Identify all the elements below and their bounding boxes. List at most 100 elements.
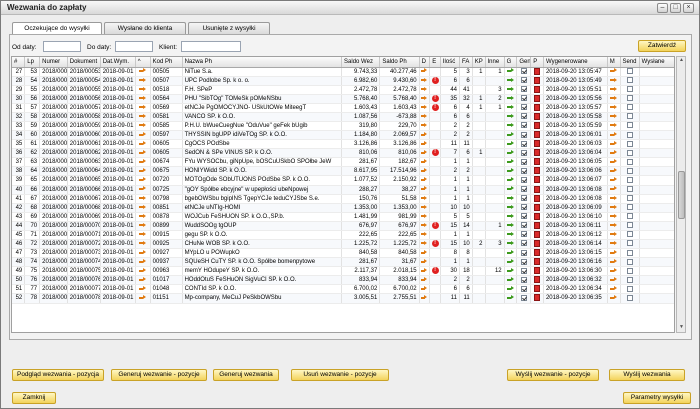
cell-d[interactable] (419, 166, 431, 177)
mail-arrow-icon[interactable] (610, 240, 617, 246)
vertical-scrollbar[interactable]: ▲ ▼ (676, 56, 686, 333)
cell-send[interactable] (620, 130, 640, 141)
pdf-icon[interactable] (534, 167, 541, 175)
generate-arrow-icon[interactable] (507, 295, 514, 300)
cell-gen[interactable] (516, 266, 532, 277)
cell-gen[interactable] (516, 293, 532, 304)
scroll-thumb[interactable] (678, 171, 685, 219)
cell-link[interactable] (135, 76, 151, 86)
cell-g[interactable] (504, 230, 518, 240)
gen-checkbox[interactable] (520, 276, 527, 283)
date-from-input[interactable] (43, 41, 81, 52)
cell-m[interactable] (607, 212, 621, 222)
d-arrow-icon[interactable] (420, 204, 428, 210)
cell-link[interactable] (135, 239, 151, 250)
cell-d[interactable] (419, 148, 431, 159)
cell-m[interactable] (607, 284, 621, 295)
table-row[interactable]: 40662018/000662018/000662018-09-0100725"… (12, 185, 674, 195)
cell-m[interactable] (607, 166, 621, 177)
cell-p[interactable] (530, 230, 544, 240)
d-arrow-icon[interactable] (420, 213, 428, 219)
cell-m[interactable] (607, 67, 621, 77)
table-row[interactable]: 27532018/000532018/000532018-09-0100505N… (12, 67, 674, 77)
send-checkbox[interactable] (626, 249, 633, 256)
pdf-icon[interactable] (534, 194, 541, 202)
cell-g[interactable] (504, 203, 518, 213)
column-header[interactable]: Kod Ph (150, 57, 183, 68)
cell-gen[interactable] (516, 139, 532, 150)
cell-gen[interactable] (516, 239, 532, 250)
send-checkbox[interactable] (626, 122, 633, 129)
cell-p[interactable] (530, 293, 544, 304)
cell-g[interactable] (504, 112, 518, 122)
send-checkbox[interactable] (626, 185, 633, 192)
link-arrow-icon[interactable] (139, 195, 146, 201)
cell-send[interactable] (620, 76, 640, 86)
cell-d[interactable] (419, 275, 431, 286)
cell-p[interactable] (530, 148, 544, 159)
table-row[interactable]: 46722018/000722018/000722018-09-0100925C… (12, 239, 674, 250)
cell-d[interactable] (419, 112, 431, 122)
column-header[interactable]: KP (472, 57, 486, 68)
send-checkbox[interactable] (626, 113, 633, 120)
send-checkbox[interactable] (626, 222, 633, 229)
gen-checkbox[interactable] (520, 122, 527, 129)
cell-d[interactable] (419, 185, 431, 195)
cell-send[interactable] (620, 284, 640, 295)
mail-arrow-icon[interactable] (610, 295, 617, 300)
cell-p[interactable] (530, 67, 544, 77)
pdf-icon[interactable] (534, 140, 541, 148)
gen-checkbox[interactable] (520, 240, 527, 247)
cell-send[interactable] (620, 248, 640, 259)
cell-gen[interactable] (516, 194, 532, 204)
d-arrow-icon[interactable] (420, 168, 428, 173)
generate-arrow-icon[interactable] (507, 231, 514, 237)
cell-send[interactable] (620, 139, 640, 150)
cell-g[interactable] (504, 94, 518, 104)
table-row[interactable]: 29552018/000552018/000552018-09-0100518F… (12, 85, 674, 95)
gen-checkbox[interactable] (520, 67, 527, 74)
table-row[interactable]: 47732018/000732018/000732018-09-0100927M… (12, 248, 674, 259)
d-arrow-icon[interactable] (420, 250, 428, 255)
cell-link[interactable] (135, 284, 151, 295)
cell-m[interactable] (607, 230, 621, 240)
mail-arrow-icon[interactable] (610, 122, 617, 128)
link-arrow-icon[interactable] (139, 113, 146, 119)
tab-usuniete[interactable]: Usunięte z wysyłki (188, 22, 270, 34)
pdf-icon[interactable] (534, 285, 541, 293)
cell-link[interactable] (135, 185, 151, 195)
pdf-icon[interactable] (534, 230, 541, 238)
column-header[interactable]: P (530, 57, 544, 68)
cell-link[interactable] (135, 85, 151, 95)
cell-gen[interactable] (516, 148, 532, 159)
d-arrow-icon[interactable] (420, 177, 428, 182)
cell-gen[interactable] (516, 248, 532, 259)
cell-d[interactable] (419, 239, 431, 250)
cell-p[interactable] (530, 248, 544, 259)
generate-arrow-icon[interactable] (507, 122, 514, 128)
generate-arrow-icon[interactable] (507, 250, 514, 255)
column-header[interactable]: # (12, 57, 26, 68)
cell-p[interactable] (530, 139, 544, 150)
send-checkbox[interactable] (626, 231, 633, 238)
gen-checkbox[interactable] (520, 294, 527, 301)
mail-arrow-icon[interactable] (610, 250, 617, 255)
preview-position-button[interactable]: Podgląd wezwania - pozycja (12, 369, 104, 381)
cell-send[interactable] (620, 121, 640, 132)
column-header[interactable]: Dat.Wym. (100, 57, 136, 68)
cell-m[interactable] (607, 94, 621, 104)
d-arrow-icon[interactable] (420, 104, 428, 110)
table-row[interactable]: 37632018/000632018/000632018-09-0100674F… (12, 157, 674, 168)
cell-link[interactable] (135, 230, 151, 240)
link-arrow-icon[interactable] (139, 86, 146, 92)
d-arrow-icon[interactable] (420, 295, 428, 300)
d-arrow-icon[interactable] (420, 141, 428, 146)
generate-arrow-icon[interactable] (507, 240, 514, 246)
cell-m[interactable] (607, 239, 621, 250)
cell-p[interactable] (530, 212, 544, 222)
d-arrow-icon[interactable] (420, 122, 428, 128)
table-row[interactable]: 35612018/000612018/000612018-09-0100605C… (12, 139, 674, 150)
column-header[interactable]: Ilość (440, 57, 461, 68)
column-header[interactable]: Send (620, 57, 640, 68)
scroll-down-icon[interactable]: ▼ (678, 324, 685, 332)
